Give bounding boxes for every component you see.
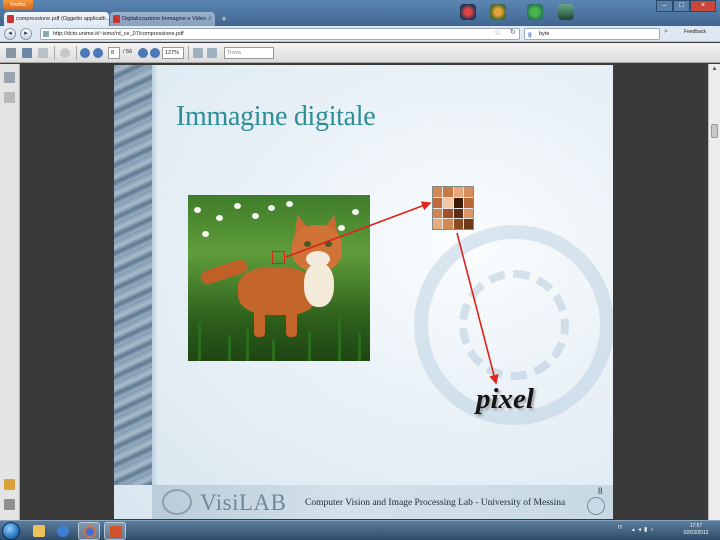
start-button[interactable] — [2, 522, 20, 540]
system-tray-icons[interactable]: ▴◂▮♪ — [632, 526, 656, 533]
search-input[interactable]: g byte — [524, 28, 660, 40]
tab-label: compressione.pdf (Oggetto applicati... — [16, 16, 109, 22]
email-icon[interactable] — [38, 48, 48, 58]
pages-panel-icon[interactable] — [4, 72, 15, 83]
zoom-out-icon[interactable] — [138, 48, 148, 58]
toolbar-divider — [76, 46, 77, 60]
site-favicon-icon — [43, 31, 49, 37]
search-go-icon[interactable]: ⌕ — [664, 28, 668, 36]
reload-icon[interactable]: ↻ — [510, 28, 516, 36]
clock[interactable]: 17:57 02/03/2012 — [676, 523, 716, 537]
bookmarks-panel-icon[interactable] — [4, 92, 15, 103]
find-input[interactable]: Trova — [224, 47, 274, 59]
bookmark-star-icon[interactable]: ☆ — [494, 28, 501, 37]
arrow-to-pixel-label — [456, 232, 499, 385]
zoom-select[interactable]: 127% — [162, 47, 184, 59]
window-controls: – □ × — [656, 0, 716, 12]
pdf-favicon-icon — [113, 15, 120, 23]
next-page-icon[interactable] — [93, 48, 103, 58]
close-tab-icon[interactable]: × — [208, 12, 212, 26]
browser-titlebar: Firefox compressione.pdf (Oggetto applic… — [0, 0, 720, 26]
taskbar-powerpoint[interactable] — [104, 522, 126, 540]
maximize-icon[interactable]: □ — [673, 0, 690, 12]
zoom-in-icon[interactable] — [150, 48, 160, 58]
taskbar-media-player[interactable] — [52, 522, 74, 540]
pdf-favicon-icon — [7, 15, 14, 23]
media-player-icon — [57, 525, 69, 537]
taskbar-firefox[interactable] — [78, 522, 100, 540]
pdf-page-slide: Immagine digitale pixel VisiLAB Computer… — [114, 65, 613, 519]
minimize-icon[interactable]: – — [656, 0, 673, 12]
toolbar-divider — [54, 46, 55, 60]
tab-compressione[interactable]: compressione.pdf (Oggetto applicati... × — [4, 12, 109, 26]
save-icon[interactable] — [22, 48, 32, 58]
feedback-button[interactable]: Feedback — [684, 29, 706, 35]
firefox-icon — [84, 526, 96, 538]
new-tab-button[interactable]: + — [218, 13, 230, 25]
attachments-panel-icon[interactable] — [4, 499, 15, 510]
slide-page-number: 8 — [598, 486, 603, 496]
toolbar-divider — [188, 46, 189, 60]
page-total: / 56 — [123, 49, 133, 55]
forward-button[interactable]: ▸ — [20, 28, 32, 40]
clock-date: 02/03/2012 — [683, 530, 709, 536]
desktop-app-icon[interactable] — [460, 4, 476, 20]
firefox-menu-button[interactable]: Firefox — [3, 0, 33, 10]
slide-footer: VisiLAB Computer Vision and Image Proces… — [152, 485, 613, 519]
close-tab-icon[interactable]: × — [102, 12, 106, 26]
visilab-logo-icon — [162, 489, 192, 515]
pdf-side-panel — [0, 64, 20, 520]
search-value: byte — [539, 31, 550, 37]
scroll-thumb[interactable] — [711, 124, 718, 138]
page-number-input[interactable]: 8 — [108, 47, 120, 59]
language-indicator[interactable]: IT — [618, 525, 622, 531]
folder-icon — [33, 525, 45, 537]
fit-page-icon[interactable] — [193, 48, 203, 58]
search-engine-icon[interactable]: g — [528, 30, 532, 40]
windows-taskbar: IT ▴◂▮♪ 17:57 02/03/2012 — [0, 520, 720, 540]
previous-page-icon[interactable] — [80, 48, 90, 58]
url-bar[interactable]: http://dcto.unime.it/~ismo/rd_ce_07/comp… — [40, 28, 520, 40]
annotation-arrows — [285, 201, 499, 385]
university-seal-icon — [587, 497, 605, 515]
photo-app-icon[interactable] — [558, 4, 574, 20]
arrow-to-grid — [285, 201, 432, 258]
pixel-label: pixel — [476, 383, 534, 415]
fit-width-icon[interactable] — [207, 48, 217, 58]
print-icon[interactable] — [6, 48, 16, 58]
powerpoint-icon — [110, 526, 122, 538]
vertical-scrollbar[interactable]: ▲ — [708, 64, 720, 520]
green-app-icon[interactable] — [527, 4, 543, 20]
tab-digitalizzazione[interactable]: Digitalizzazione Immagine e Video... × — [110, 12, 215, 26]
clock-time: 17:57 — [689, 523, 703, 529]
settings-icon[interactable] — [60, 48, 70, 58]
url-text: http://dcto.unime.it/~ismo/rd_ce_07/comp… — [53, 31, 184, 37]
navigation-bar: ◂ ▸ http://dcto.unime.it/~ismo/rd_ce_07/… — [0, 26, 720, 42]
close-window-icon[interactable]: × — [690, 0, 716, 12]
scroll-up-icon[interactable]: ▲ — [710, 65, 719, 74]
butterfly-app-icon[interactable] — [490, 4, 506, 20]
visilab-brand: VisiLAB — [200, 490, 287, 515]
comments-panel-icon[interactable] — [4, 479, 15, 490]
tab-label: Digitalizzazione Immagine e Video... — [122, 16, 211, 22]
pdf-toolbar: 8 / 56 127% Trova — [0, 43, 720, 63]
taskbar-explorer[interactable] — [28, 522, 50, 540]
back-button[interactable]: ◂ — [4, 28, 16, 40]
lab-name: Computer Vision and Image Processing Lab… — [305, 498, 566, 508]
